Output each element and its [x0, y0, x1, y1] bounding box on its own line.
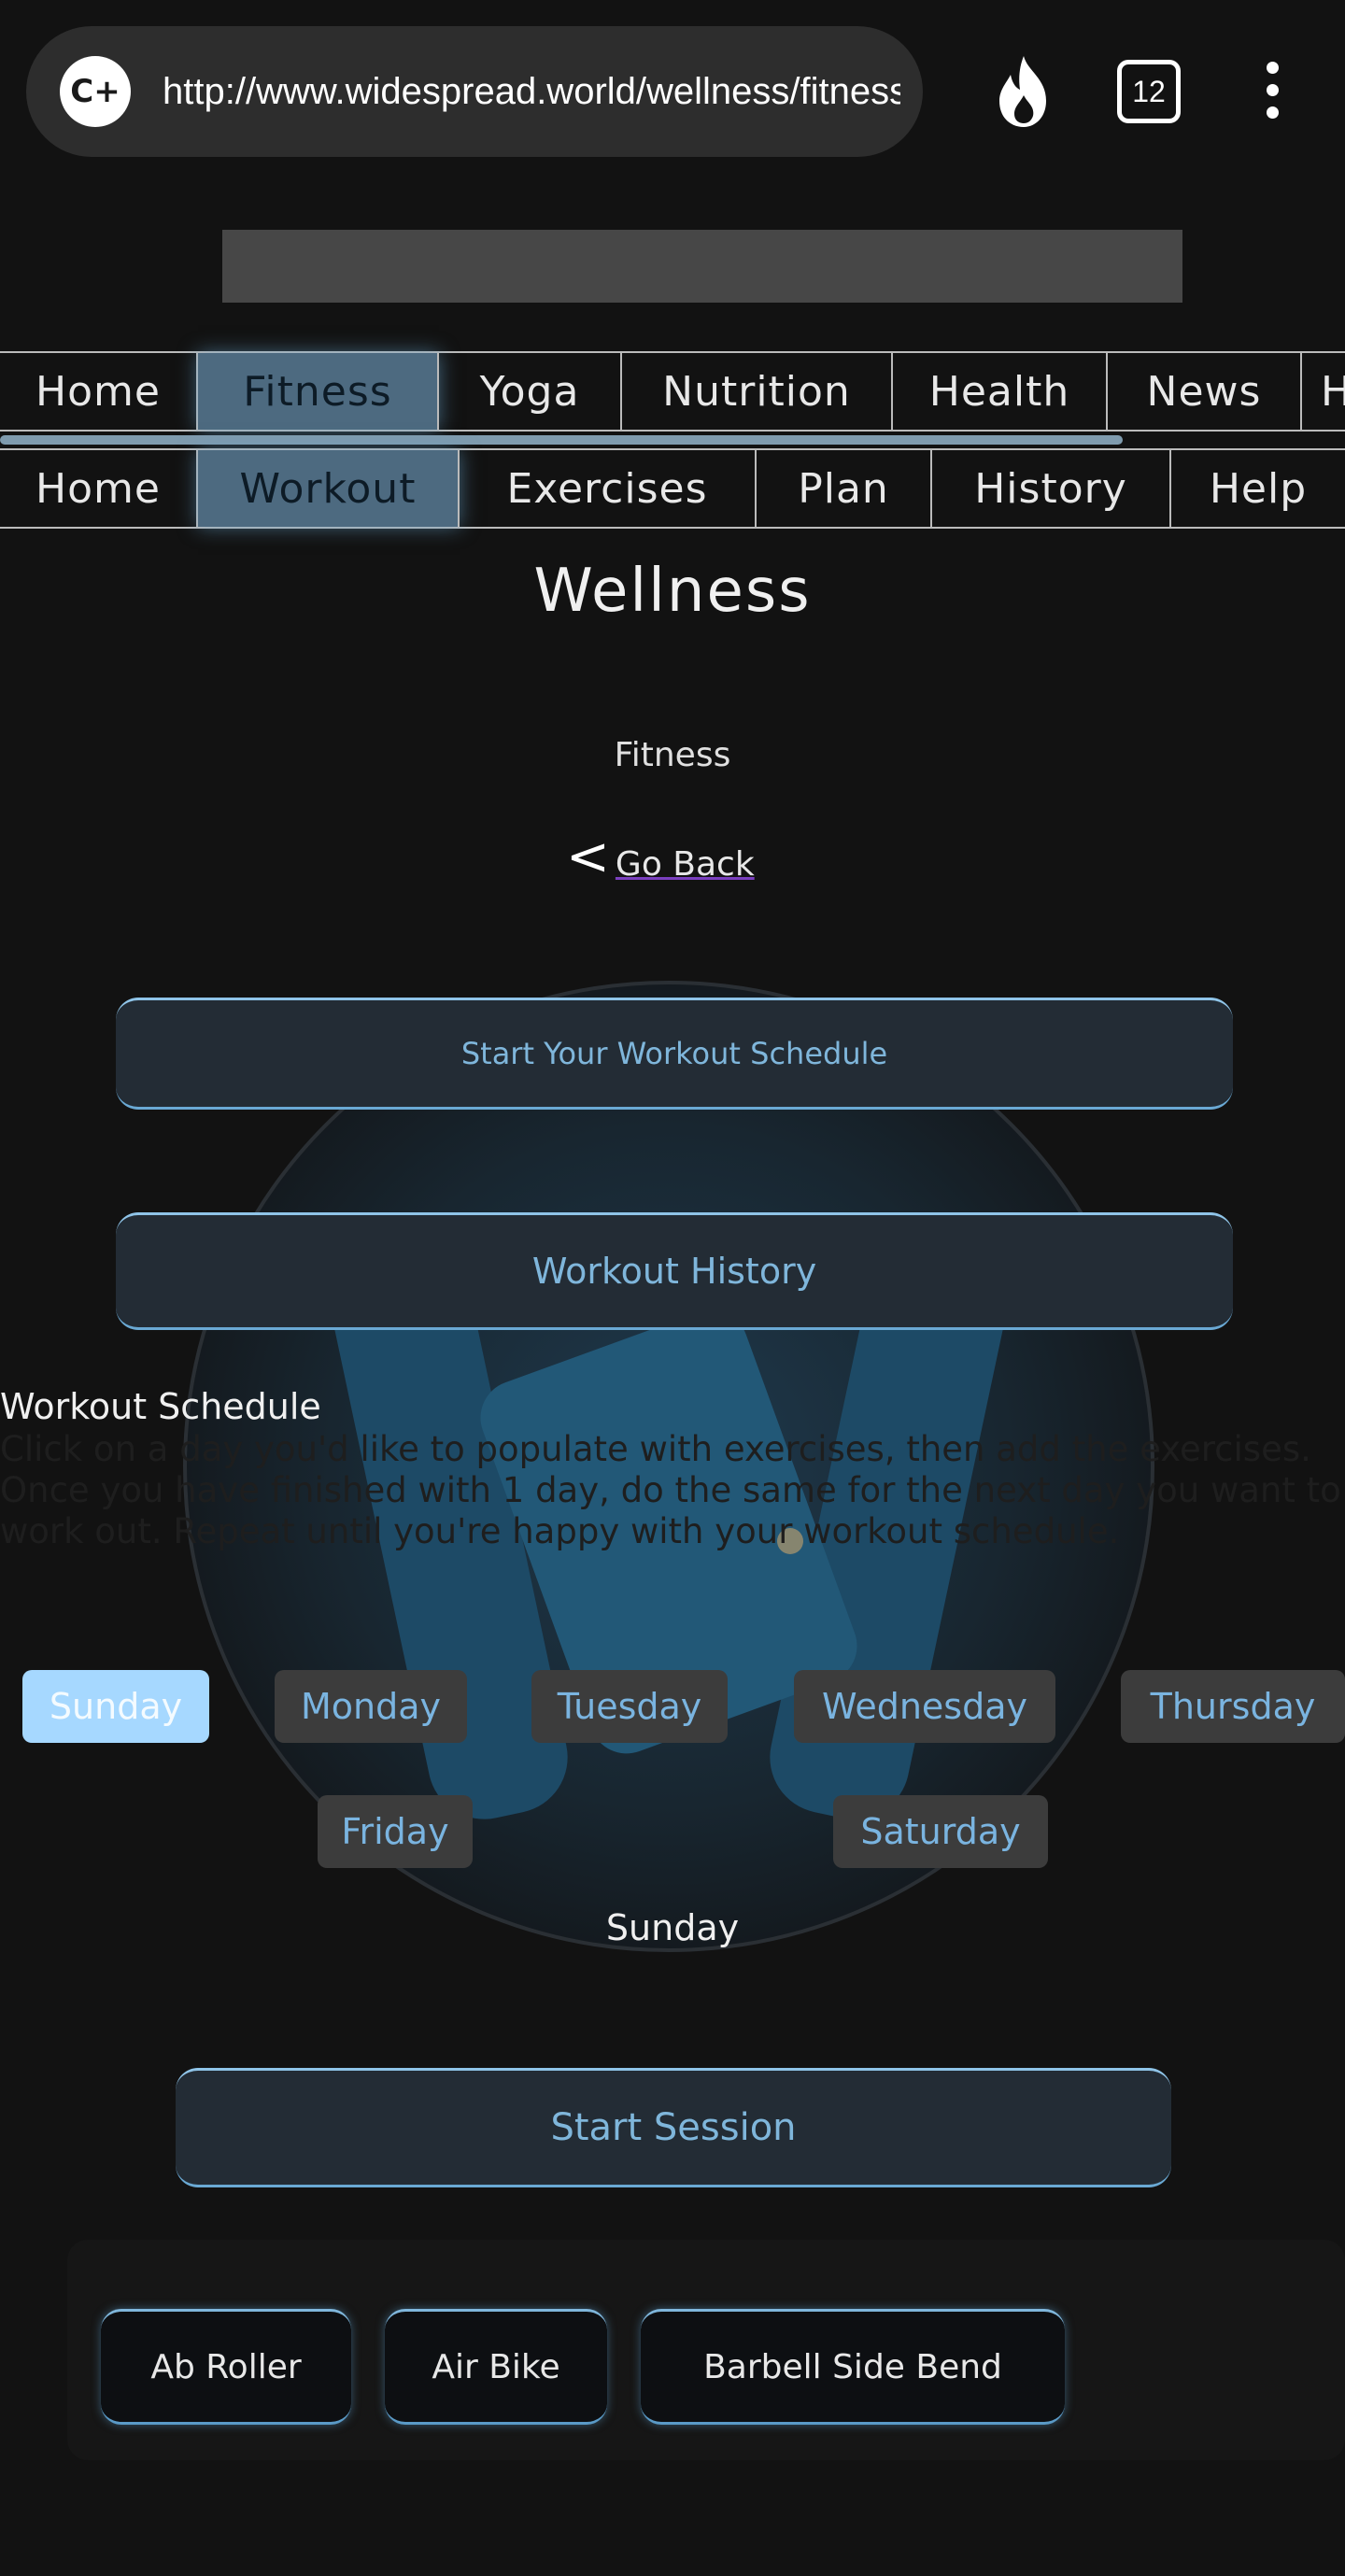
tab-count-button[interactable]: 12 [1117, 60, 1181, 123]
day-friday[interactable]: Friday [318, 1795, 473, 1868]
selected-day-label: Sunday [605, 1907, 740, 1948]
ad-banner [222, 230, 1182, 303]
chevron-left-icon: < [566, 827, 610, 887]
main-nav: Home Fitness Yoga Nutrition Health News … [0, 351, 1345, 432]
exercise-chip-ab-roller[interactable]: Ab Roller [101, 2309, 351, 2425]
schedule-description: Click on a day you'd like to populate wi… [0, 1429, 1341, 1551]
go-back-link[interactable]: < Go Back [566, 827, 755, 887]
start-session-button[interactable]: Start Session [176, 2068, 1171, 2187]
more-menu-icon[interactable] [1261, 62, 1283, 120]
exercise-chip-barbell-side-bend[interactable]: Barbell Side Bend [641, 2309, 1065, 2425]
day-saturday[interactable]: Saturday [833, 1795, 1048, 1868]
nav-item-yoga[interactable]: Yoga [439, 353, 622, 430]
subnav-item-home[interactable]: Home [0, 450, 198, 527]
subnav-item-plan[interactable]: Plan [757, 450, 932, 527]
url-text[interactable]: http://www.widespread.world/wellness/fit… [163, 71, 900, 113]
nav-scrollbar[interactable] [0, 435, 1123, 445]
nav-item-news[interactable]: News [1108, 353, 1302, 430]
subnav-item-history[interactable]: History [932, 450, 1171, 527]
subnav-item-exercises[interactable]: Exercises [460, 450, 757, 527]
subnav-item-help[interactable]: Help [1171, 450, 1345, 527]
site-plus-icon[interactable]: C+ [60, 56, 131, 127]
nav-item-nutrition[interactable]: Nutrition [622, 353, 893, 430]
nav-item-health[interactable]: Health [893, 353, 1108, 430]
page-title: Wellness [533, 557, 812, 626]
address-bar[interactable]: C+ http://www.widespread.world/wellness/… [26, 26, 923, 157]
nav-item-fitness[interactable]: Fitness [198, 353, 439, 430]
flame-icon[interactable] [990, 54, 1057, 129]
day-monday[interactable]: Monday [275, 1670, 467, 1743]
start-workout-schedule-button[interactable]: Start Your Workout Schedule [116, 998, 1233, 1110]
exercise-chip-air-bike[interactable]: Air Bike [385, 2309, 607, 2425]
nav-item-overflow[interactable]: H [1302, 353, 1345, 430]
day-wednesday[interactable]: Wednesday [794, 1670, 1055, 1743]
go-back-label: Go Back [615, 845, 755, 884]
page-subtitle: Fitness [614, 736, 731, 774]
schedule-title: Workout Schedule [0, 1386, 321, 1427]
nav-item-home[interactable]: Home [0, 353, 198, 430]
sub-nav: Home Workout Exercises Plan History Help [0, 448, 1345, 529]
day-sunday[interactable]: Sunday [22, 1670, 209, 1743]
day-thursday[interactable]: Thursday [1121, 1670, 1345, 1743]
workout-history-button[interactable]: Workout History [116, 1212, 1233, 1330]
subnav-item-workout[interactable]: Workout [198, 450, 460, 527]
day-tuesday[interactable]: Tuesday [531, 1670, 728, 1743]
